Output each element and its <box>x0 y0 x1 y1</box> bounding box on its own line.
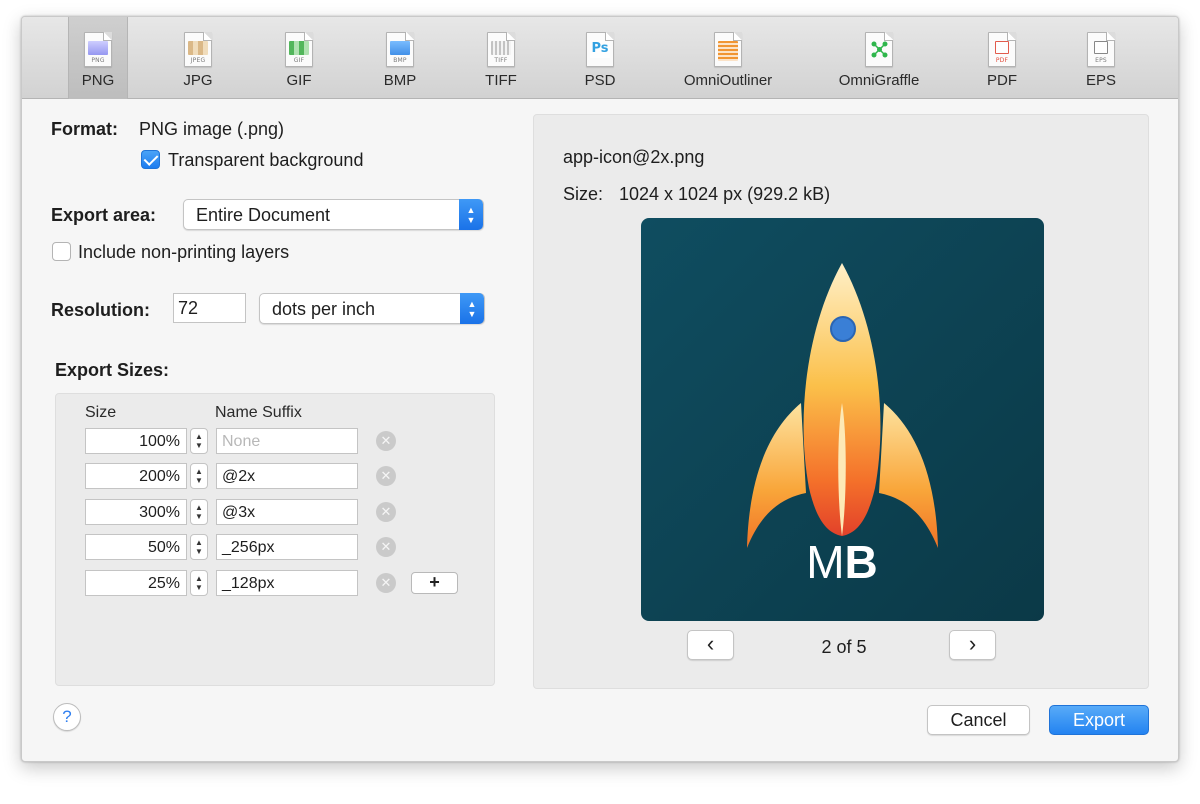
export-dialog: PNG PNG JPEG JPG GIF GIF BMP BMP TIFF TI… <box>21 16 1179 762</box>
export-area-value: Entire Document <box>196 205 331 225</box>
format-tab-bmp[interactable]: BMP BMP <box>360 17 440 99</box>
transparent-background-checkbox[interactable] <box>141 150 160 169</box>
resolution-unit-value: dots per inch <box>272 299 376 319</box>
format-label: EPS <box>1085 72 1116 89</box>
format-value: PNG image (.png) <box>139 119 285 139</box>
suffix-input[interactable]: _256px <box>216 534 358 560</box>
popup-arrows-icon: ▲ ▼ <box>460 293 484 324</box>
size-column-header: Size <box>85 404 117 421</box>
include-nonprinting-checkbox[interactable] <box>52 242 71 261</box>
size-stepper[interactable]: ▲ ▼ <box>190 428 208 454</box>
size-stepper[interactable]: ▲ ▼ <box>190 534 208 560</box>
format-tab-omnioutliner[interactable]: OmniOutliner <box>673 17 783 99</box>
pdf-file-icon: PDF <box>988 32 1016 67</box>
help-button[interactable]: ? <box>53 703 81 731</box>
format-label: PNG <box>81 72 115 89</box>
size-stepper[interactable]: ▲ ▼ <box>190 570 208 596</box>
remove-row-icon[interactable]: ✕ <box>376 537 396 557</box>
export-button[interactable]: Export <box>1049 705 1149 735</box>
preview-image: MB <box>641 218 1044 621</box>
suffix-column-header: Name Suffix <box>215 404 302 421</box>
suffix-input[interactable]: None <box>216 428 358 454</box>
format-tab-eps[interactable]: EPS EPS <box>1061 17 1141 99</box>
size-stepper[interactable]: ▲ ▼ <box>190 499 208 525</box>
next-page-button[interactable]: › <box>949 630 996 660</box>
transparent-background-label: Transparent background <box>168 150 364 170</box>
format-label: BMP <box>383 72 417 89</box>
format-label: PSD <box>584 72 616 89</box>
remove-row-icon[interactable]: ✕ <box>376 502 396 522</box>
page-indicator: 2 of 5 <box>821 637 867 657</box>
format-tab-psd[interactable]: Ps PSD <box>560 17 640 99</box>
format-tab-png[interactable]: PNG PNG <box>68 17 128 99</box>
svg-text:MB: MB <box>806 536 878 588</box>
format-label: Format: <box>51 119 118 139</box>
format-tab-jpg[interactable]: JPEG JPG <box>158 17 238 99</box>
format-label: JPG <box>183 72 213 89</box>
resolution-unit-popup[interactable]: dots per inch ▲ ▼ <box>259 293 485 324</box>
suffix-input[interactable]: @2x <box>216 463 358 489</box>
remove-row-icon[interactable]: ✕ <box>376 573 396 593</box>
remove-row-icon[interactable]: ✕ <box>376 431 396 451</box>
resolution-input[interactable]: 72 <box>173 293 246 323</box>
omnigraffle-file-icon <box>865 32 893 67</box>
jpg-file-icon: JPEG <box>184 32 212 67</box>
format-label: PDF <box>987 72 1017 89</box>
include-nonprinting-label: Include non-printing layers <box>78 242 290 262</box>
omnioutliner-file-icon <box>714 32 742 67</box>
export-area-popup[interactable]: Entire Document ▲ ▼ <box>183 199 484 230</box>
format-tab-gif[interactable]: GIF GIF <box>259 17 339 99</box>
suffix-input[interactable]: @3x <box>216 499 358 525</box>
size-stepper[interactable]: ▲ ▼ <box>190 463 208 489</box>
export-area-label: Export area: <box>51 205 157 225</box>
export-sizes-table: Size Name Suffix 100% ▲ ▼ None ✕ 200% ▲ ▼ … <box>55 393 495 686</box>
size-input[interactable]: 25% <box>85 570 187 596</box>
format-tab-pdf[interactable]: PDF PDF <box>962 17 1042 99</box>
preview-size-value: 1024 x 1024 px (929.2 kB) <box>619 184 831 204</box>
format-toolbar: PNG PNG JPEG JPG GIF GIF BMP BMP TIFF TI… <box>22 17 1178 99</box>
popup-arrows-icon: ▲ ▼ <box>459 199 483 230</box>
resolution-label: Resolution: <box>51 300 150 320</box>
preview-panel: app-icon@2x.png Size: 1024 x 1024 px (92… <box>533 114 1149 689</box>
format-label: OmniGraffle <box>838 72 920 89</box>
size-input[interactable]: 300% <box>85 499 187 525</box>
format-label: OmniOutliner <box>683 72 773 89</box>
remove-row-icon[interactable]: ✕ <box>376 466 396 486</box>
size-input[interactable]: 100% <box>85 428 187 454</box>
gif-file-icon: GIF <box>285 32 313 67</box>
add-size-button[interactable]: + <box>411 572 458 594</box>
format-label: TIFF <box>485 72 517 89</box>
preview-size-label: Size: <box>563 184 604 204</box>
format-tab-omnigraffle[interactable]: OmniGraffle <box>824 17 934 99</box>
format-label: GIF <box>286 72 312 89</box>
previous-page-button[interactable]: ‹ <box>687 630 734 660</box>
png-file-icon: PNG <box>84 32 112 67</box>
bmp-file-icon: BMP <box>386 32 414 67</box>
cancel-button[interactable]: Cancel <box>927 705 1030 735</box>
size-input[interactable]: 50% <box>85 534 187 560</box>
export-sizes-label: Export Sizes: <box>55 360 170 380</box>
psd-file-icon: Ps <box>586 32 614 67</box>
size-input[interactable]: 200% <box>85 463 187 489</box>
eps-file-icon: EPS <box>1087 32 1115 67</box>
suffix-input[interactable]: _128px <box>216 570 358 596</box>
tiff-file-icon: TIFF <box>487 32 515 67</box>
preview-filename: app-icon@2x.png <box>563 147 705 167</box>
format-tab-tiff[interactable]: TIFF TIFF <box>461 17 541 99</box>
